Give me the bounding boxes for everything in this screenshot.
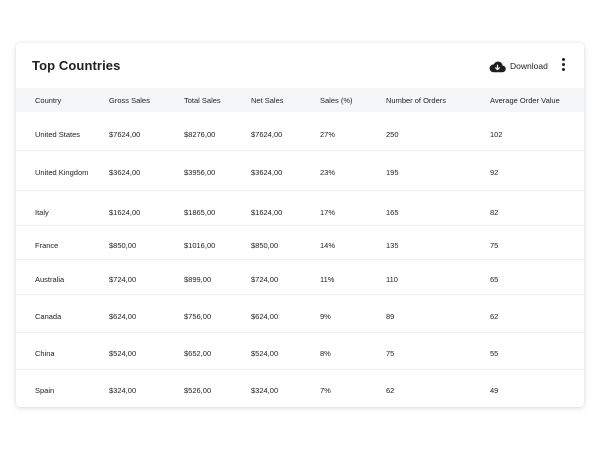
cell-net-sales: $324,00 (251, 386, 279, 395)
card-title: Top Countries (32, 58, 121, 73)
cell-gross-sales: $1624,00 (109, 208, 141, 217)
cell-sales-percent: 8% (320, 349, 331, 358)
cell-total-sales: $899,00 (184, 275, 212, 284)
cell-sales-percent: 27% (320, 130, 336, 139)
column-header-sales-percent: Sales (%) (320, 96, 353, 105)
cell-average-order-value: 62 (490, 312, 499, 321)
cell-average-order-value: 75 (490, 241, 499, 250)
cell-average-order-value: 55 (490, 349, 499, 358)
cell-sales-percent: 14% (320, 241, 336, 250)
cell-average-order-value: 102 (490, 130, 503, 139)
table-row: Canada $624,00 $756,00 $624,00 9% 89 62 (16, 295, 584, 333)
card-header: Top Countries Download (16, 43, 584, 88)
cell-total-sales: $652,00 (184, 349, 212, 358)
cell-sales-percent: 11% (320, 275, 335, 284)
cell-total-sales: $1016,00 (184, 241, 216, 250)
cell-average-order-value: 82 (490, 208, 499, 217)
cell-number-of-orders: 62 (386, 386, 395, 395)
table-row: France $850,00 $1016,00 $850,00 14% 135 75 (16, 226, 584, 260)
cell-total-sales: $526,00 (184, 386, 212, 395)
cell-country: United Kingdom (35, 168, 89, 177)
cloud-download-icon (489, 60, 506, 73)
cell-net-sales: $524,00 (251, 349, 279, 358)
cell-net-sales: $1624,00 (251, 208, 283, 217)
cell-number-of-orders: 195 (386, 168, 399, 177)
cell-country: Canada (35, 312, 62, 321)
cell-net-sales: $850,00 (251, 241, 279, 250)
cell-number-of-orders: 250 (386, 130, 399, 139)
column-header-net-sales: Net Sales (251, 96, 284, 105)
cell-net-sales: $3624,00 (251, 168, 283, 177)
cell-country: United States (35, 130, 81, 139)
column-header-gross-sales: Gross Sales (109, 96, 150, 105)
cell-country: Spain (35, 386, 55, 395)
cell-total-sales: $8276,00 (184, 130, 216, 139)
cell-gross-sales: $7624,00 (109, 130, 141, 139)
cell-average-order-value: 49 (490, 386, 499, 395)
cell-number-of-orders: 135 (386, 241, 399, 250)
cell-average-order-value: 65 (490, 275, 499, 284)
download-label: Download (510, 61, 548, 71)
column-header-country: Country (35, 96, 62, 105)
table-row: Spain $324,00 $526,00 $324,00 7% 62 49 (16, 370, 584, 406)
column-header-average-order-value: Average Order Value (490, 96, 560, 105)
top-countries-card: Top Countries Download Country Gross Sal… (16, 43, 584, 407)
table-row: Australia $724,00 $899,00 $724,00 11% 110 65 (16, 260, 584, 295)
table-row: China $524,00 $652,00 $524,00 8% 75 55 (16, 333, 584, 370)
table-row: United States $7624,00 $8276,00 $7624,00 27%… (16, 112, 584, 151)
cell-sales-percent: 9% (320, 312, 331, 321)
cell-sales-percent: 7% (320, 386, 331, 395)
cell-gross-sales: $624,00 (109, 312, 137, 321)
cell-sales-percent: 17% (320, 208, 336, 217)
more-options-icon[interactable] (559, 58, 567, 74)
cell-number-of-orders: 75 (386, 349, 395, 358)
table-row: United Kingdom $3624,00 $3956,00 $3624,00 23… (16, 151, 584, 191)
table-header: Country Gross Sales Total Sales Net Sale… (16, 88, 584, 112)
cell-country: China (35, 349, 55, 358)
cell-total-sales: $3956,00 (184, 168, 216, 177)
cell-net-sales: $624,00 (251, 312, 279, 321)
cell-gross-sales: $3624,00 (109, 168, 141, 177)
table-row: Italy $1624,00 $1865,00 $1624,00 17% 165 82 (16, 191, 584, 226)
column-header-number-of-orders: Number of Orders (386, 96, 447, 105)
column-header-total-sales: Total Sales (184, 96, 221, 105)
cell-average-order-value: 92 (490, 168, 499, 177)
cell-number-of-orders: 110 (386, 275, 398, 284)
download-button[interactable]: Download (489, 57, 548, 75)
cell-sales-percent: 23% (320, 168, 336, 177)
cell-gross-sales: $524,00 (109, 349, 137, 358)
cell-number-of-orders: 89 (386, 312, 395, 321)
cell-gross-sales: $724,00 (109, 275, 137, 284)
cell-country: Australia (35, 275, 65, 284)
cell-gross-sales: $850,00 (109, 241, 137, 250)
cell-total-sales: $1865,00 (184, 208, 216, 217)
cell-gross-sales: $324,00 (109, 386, 137, 395)
cell-net-sales: $724,00 (251, 275, 279, 284)
cell-country: France (35, 241, 59, 250)
cell-total-sales: $756,00 (184, 312, 212, 321)
cell-country: Italy (35, 208, 49, 217)
cell-number-of-orders: 165 (386, 208, 399, 217)
cell-net-sales: $7624,00 (251, 130, 283, 139)
